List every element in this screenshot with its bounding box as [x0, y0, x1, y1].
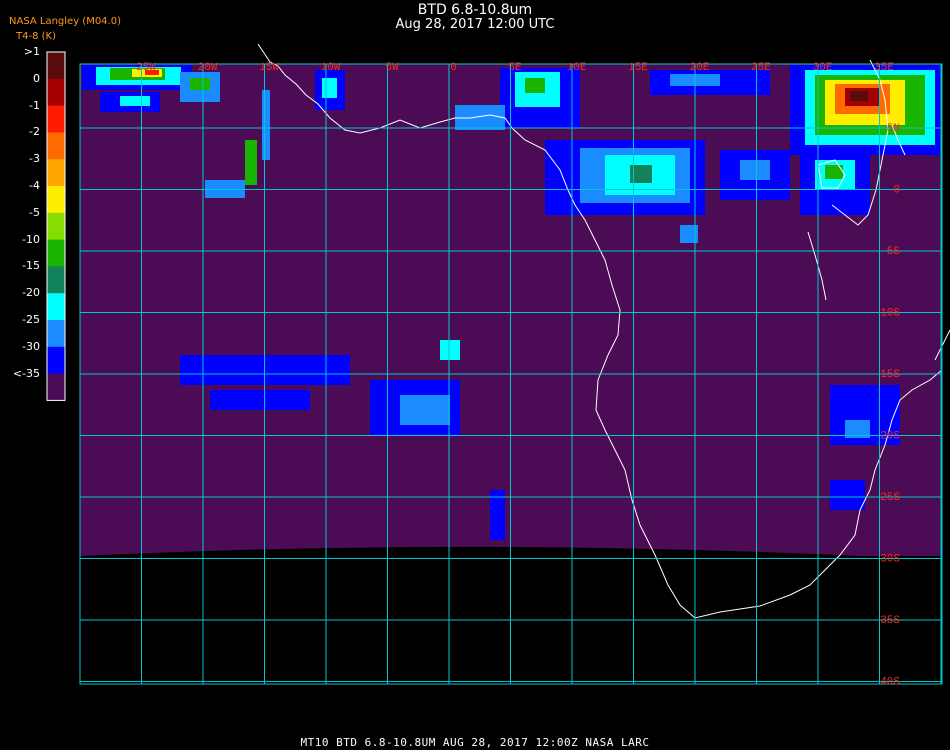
legend-swatch	[47, 78, 65, 107]
legend-swatch	[47, 132, 65, 160]
lon-label: 35E	[874, 62, 894, 74]
legend-label: >1	[23, 45, 40, 58]
legend-swatch	[47, 346, 65, 375]
legend-label: -5	[29, 205, 40, 219]
lat-label: 30S	[880, 554, 900, 566]
legend-label: -2	[29, 125, 40, 139]
legend-label: -15	[22, 259, 40, 273]
lat-label: 40S	[880, 677, 900, 689]
legend-swatch	[47, 320, 65, 348]
lon-label: 10W	[321, 62, 341, 74]
legend-swatch	[47, 212, 65, 241]
legend-label: <-35	[12, 366, 40, 380]
legend-swatch	[47, 373, 65, 401]
legend-swatch	[47, 105, 65, 133]
lon-label: 20E	[690, 62, 710, 74]
lon-label: 25E	[751, 62, 771, 74]
legend-label: -20	[22, 286, 40, 300]
legend-label: 0	[33, 71, 40, 85]
satellite-image-view: BTD 6.8-10.8um Aug 28, 2017 12:00 UTC NA…	[0, 0, 950, 750]
legend-swatch	[47, 186, 65, 214]
map: 25W 20W 15W 10W 5W 0 5E 10E 15E 20E 25E 30E 35E 5N 0 5…	[46, 43, 950, 689]
lon-label: 0	[450, 62, 457, 74]
lon-label: 15E	[628, 62, 648, 74]
lat-label: 35S	[880, 615, 900, 627]
lon-label: 5W	[385, 62, 399, 74]
legend-label: -30	[22, 339, 40, 353]
lat-label: 25S	[880, 492, 900, 504]
lat-label: 20S	[880, 431, 900, 443]
legend-label: -25	[22, 313, 40, 326]
lat-label: 5S	[887, 246, 901, 258]
lon-label: 25W	[136, 62, 156, 74]
lon-label: 15W	[259, 62, 279, 74]
lat-label: 10S	[880, 308, 900, 320]
legend-swatch	[47, 293, 65, 321]
legend-label: -3	[29, 152, 40, 166]
legend-swatch	[47, 159, 65, 187]
legend-label: -4	[29, 179, 40, 192]
lat-label: 15S	[880, 369, 900, 381]
lon-label: 10E	[567, 62, 587, 74]
legend-label: -10	[22, 232, 40, 246]
legend-swatch	[47, 239, 65, 267]
lon-label: 30E	[813, 62, 833, 74]
color-legend	[46, 51, 66, 401]
lon-label: 20W	[198, 62, 218, 74]
legend-swatch	[47, 52, 65, 80]
footer-caption: MT10 BTD 6.8-10.8UM AUG 28, 2017 12:00Z …	[300, 736, 650, 749]
lat-label: 5N	[887, 123, 900, 135]
legend-label: -1	[29, 98, 40, 112]
lat-label: 0	[893, 185, 900, 197]
lon-label: 5E	[508, 62, 522, 74]
legend-swatch	[47, 266, 65, 294]
